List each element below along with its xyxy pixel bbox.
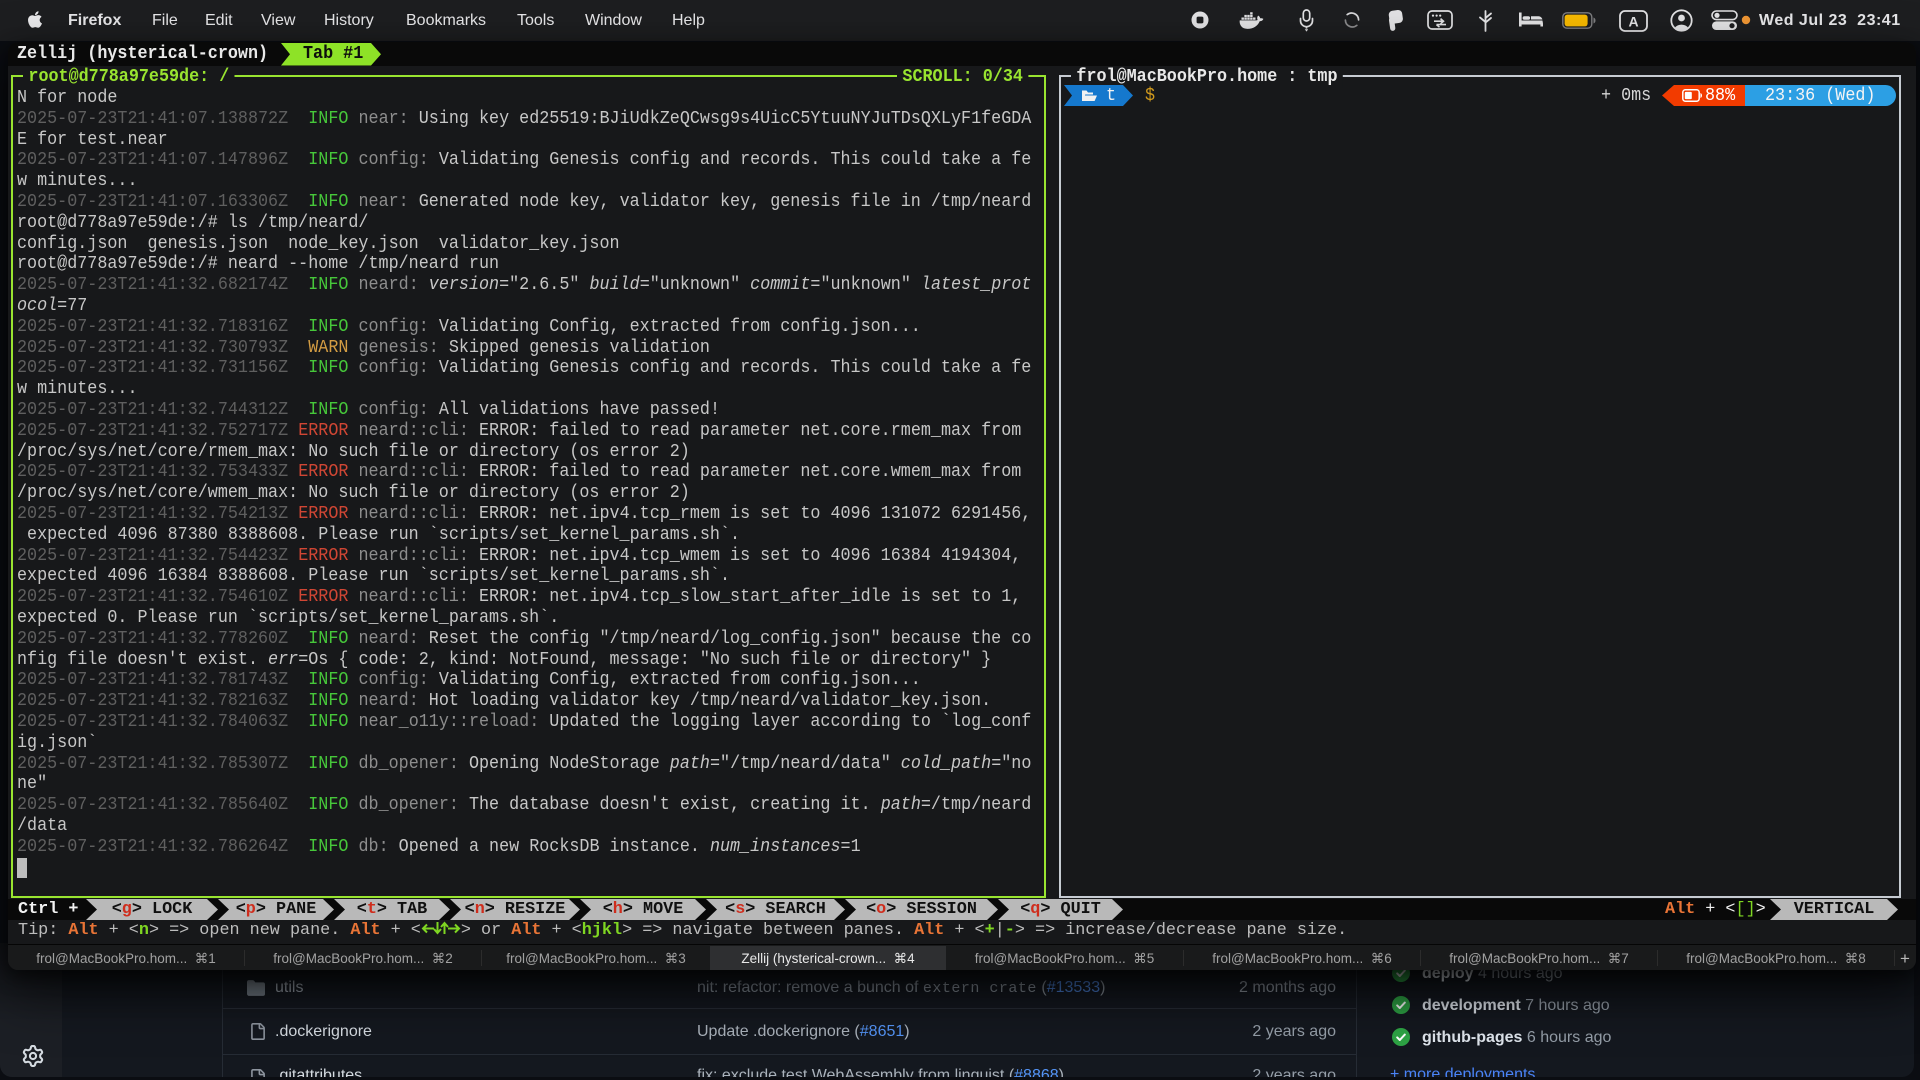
svg-text:A: A bbox=[1628, 13, 1638, 29]
